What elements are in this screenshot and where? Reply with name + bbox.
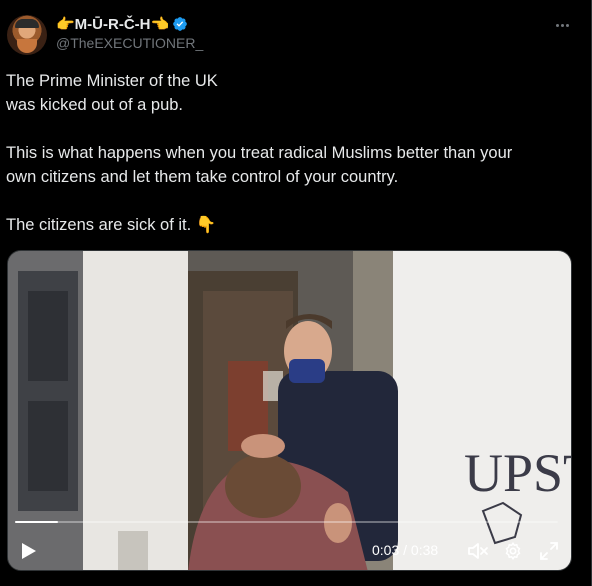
tweet-post: 👉M-Ū-R-Č-H👈 @TheEXECUTIONER_ The Prime M… (0, 0, 592, 586)
video-progress-fill (15, 521, 58, 523)
current-time: 0:03 (372, 542, 400, 558)
more-dot (560, 23, 564, 27)
author-handle[interactable]: @TheEXECUTIONER_ (56, 35, 203, 51)
time-separator: / (399, 542, 411, 558)
play-button[interactable] (18, 541, 40, 561)
video-time: 0:03 / 0:38 (372, 542, 438, 558)
video-progress-bar[interactable] (15, 521, 558, 523)
mute-icon (468, 543, 488, 559)
tweet-text-line: This is what happens when you treat radi… (6, 144, 513, 162)
author-info: 👉M-Ū-R-Č-H👈 @TheEXECUTIONER_ (56, 14, 203, 51)
settings-button[interactable] (501, 540, 525, 562)
fullscreen-button[interactable] (538, 540, 560, 562)
more-horizontal-icon (555, 23, 559, 27)
tweet-text: The Prime Minister of the UK was kicked … (6, 69, 576, 237)
tweet-text-line: The citizens are sick of it. 👇 (6, 216, 217, 234)
verified-badge-icon (173, 17, 188, 31)
play-icon (22, 543, 36, 559)
tweet-text-line: was kicked out of a pub. (6, 96, 184, 114)
tweet-text-line: The Prime Minister of the UK (6, 72, 218, 90)
more-dot (565, 23, 569, 27)
more-options-button[interactable] (548, 14, 576, 36)
duration: 0:38 (410, 542, 439, 558)
tweet-text-line: own citizens and let them take control o… (6, 168, 399, 186)
video-frame: UPST (8, 251, 572, 570)
author-avatar[interactable] (7, 15, 47, 55)
avatar-beard (17, 39, 37, 53)
sign-lettering: UPST (464, 443, 572, 503)
settings-gear-icon (505, 542, 521, 560)
display-name-row: 👉M-Ū-R-Č-H👈 (56, 14, 203, 34)
author-display-name[interactable]: 👉M-Ū-R-Č-H👈 (56, 15, 169, 33)
fullscreen-icon (540, 542, 558, 560)
mute-button[interactable] (466, 540, 490, 562)
avatar-cap (15, 19, 39, 28)
